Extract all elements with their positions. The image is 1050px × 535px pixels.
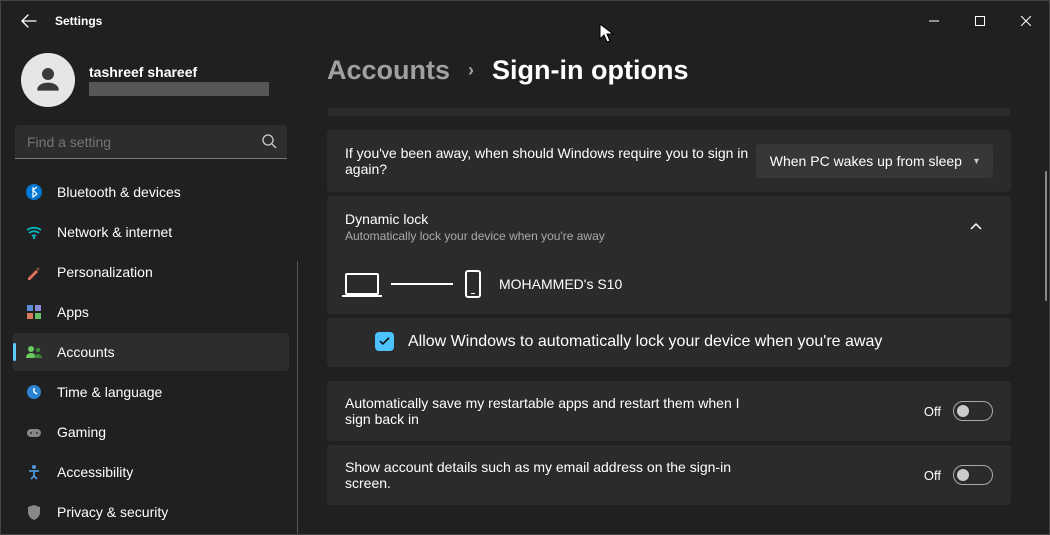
bluetooth-icon — [25, 183, 43, 201]
dynamic-lock-subtitle: Automatically lock your device when you'… — [345, 229, 605, 243]
account-details-card[interactable]: Show account details such as my email ad… — [327, 445, 1011, 505]
away-card: If you've been away, when should Windows… — [327, 130, 1011, 192]
accounts-icon — [25, 343, 43, 361]
profile-email-redacted — [89, 82, 269, 96]
sidebar-item-label: Personalization — [57, 264, 153, 280]
sidebar-scroll-track — [297, 261, 298, 534]
sidebar-item-time[interactable]: Time & language — [13, 373, 289, 411]
gaming-icon — [25, 423, 43, 441]
avatar — [21, 53, 75, 107]
page-title: Sign-in options — [492, 55, 688, 86]
sidebar-item-gaming[interactable]: Gaming — [13, 413, 289, 451]
settings-window: Settings tashreef shareef — [0, 0, 1050, 535]
dynamic-lock-card: Dynamic lock Automatically lock your dev… — [327, 196, 1011, 314]
account-details-state: Off — [924, 468, 941, 483]
chevron-up-icon — [970, 221, 982, 233]
maximize-icon — [975, 16, 985, 26]
restart-apps-toggle[interactable] — [953, 401, 993, 421]
away-selected: When PC wakes up from sleep — [770, 153, 962, 169]
sidebar-item-personal[interactable]: Personalization — [13, 253, 289, 291]
sidebar-item-privacy[interactable]: Privacy & security — [13, 493, 289, 531]
checkbox-checked[interactable] — [375, 332, 394, 351]
dynamic-lock-title: Dynamic lock — [345, 211, 605, 227]
back-button[interactable] — [17, 9, 41, 33]
search-icon — [261, 133, 277, 154]
sidebar-item-label: Apps — [57, 304, 89, 320]
breadcrumb-parent[interactable]: Accounts — [327, 55, 450, 86]
sidebar-item-label: Privacy & security — [57, 504, 168, 520]
phone-icon — [465, 270, 481, 298]
close-icon — [1021, 16, 1031, 26]
sidebar-item-label: Time & language — [57, 384, 162, 400]
collapsed-row[interactable] — [327, 108, 1011, 116]
apps-icon — [25, 303, 43, 321]
dynamic-lock-checkbox-card: Allow Windows to automatically lock your… — [327, 318, 1011, 367]
dynamic-lock-checkbox-row[interactable]: Allow Windows to automatically lock your… — [327, 318, 1011, 367]
main-content: Accounts › Sign-in options If you've bee… — [301, 41, 1049, 534]
sidebar-item-apps[interactable]: Apps — [13, 293, 289, 331]
minimize-button[interactable] — [911, 1, 957, 41]
chevron-right-icon: › — [468, 60, 474, 81]
window-controls — [911, 1, 1049, 41]
paired-device-name: MOHAMMED's S10 — [499, 276, 622, 292]
minimize-icon — [929, 16, 939, 26]
sidebar-item-accounts[interactable]: Accounts — [13, 333, 289, 371]
sidebar-item-label: Gaming — [57, 424, 106, 440]
sidebar-item-label: Network & internet — [57, 224, 172, 240]
chevron-down-icon: ▾ — [974, 156, 979, 167]
device-pair: MOHAMMED's S10 — [327, 258, 1011, 314]
access-icon — [25, 463, 43, 481]
away-dropdown[interactable]: When PC wakes up from sleep ▾ — [756, 144, 993, 178]
collapse-button[interactable] — [959, 210, 993, 244]
arrow-left-icon — [21, 13, 37, 29]
sidebar-item-label: Bluetooth & devices — [57, 184, 181, 200]
restart-apps-card[interactable]: Automatically save my restartable apps a… — [327, 381, 1011, 441]
account-details-label: Show account details such as my email ad… — [345, 459, 755, 491]
account-details-toggle[interactable] — [953, 465, 993, 485]
dynamic-lock-checkbox-label: Allow Windows to automatically lock your… — [408, 333, 882, 351]
search-box — [15, 125, 287, 159]
personal-icon — [25, 263, 43, 281]
laptop-icon — [345, 273, 379, 295]
sidebar-item-network[interactable]: Network & internet — [13, 213, 289, 251]
profile-block[interactable]: tashreef shareef — [13, 47, 289, 117]
sidebar-item-access[interactable]: Accessibility — [13, 453, 289, 491]
nav-list: Bluetooth & devices Network & internet Per… — [13, 173, 289, 531]
away-question: If you've been away, when should Windows… — [345, 145, 755, 177]
profile-text: tashreef shareef — [89, 64, 269, 96]
restart-apps-state: Off — [924, 404, 941, 419]
search-input[interactable] — [15, 125, 287, 159]
titlebar: Settings — [1, 1, 1049, 41]
sidebar-item-label: Accessibility — [57, 464, 133, 480]
maximize-button[interactable] — [957, 1, 1003, 41]
sidebar-item-label: Accounts — [57, 344, 115, 360]
sidebar: tashreef shareef Bluetooth & devices Netw… — [1, 41, 301, 534]
breadcrumb: Accounts › Sign-in options — [327, 55, 1029, 86]
restart-apps-label: Automatically save my restartable apps a… — [345, 395, 755, 427]
link-line-icon — [391, 283, 453, 285]
profile-name: tashreef shareef — [89, 64, 269, 80]
main-scrollbar[interactable] — [1045, 171, 1047, 301]
sidebar-item-bluetooth[interactable]: Bluetooth & devices — [13, 173, 289, 211]
person-icon — [32, 64, 64, 96]
network-icon — [25, 223, 43, 241]
time-icon — [25, 383, 43, 401]
close-button[interactable] — [1003, 1, 1049, 41]
window-title: Settings — [55, 14, 102, 28]
privacy-icon — [25, 503, 43, 521]
check-icon — [378, 335, 391, 348]
dynamic-lock-header[interactable]: Dynamic lock Automatically lock your dev… — [327, 196, 1011, 258]
